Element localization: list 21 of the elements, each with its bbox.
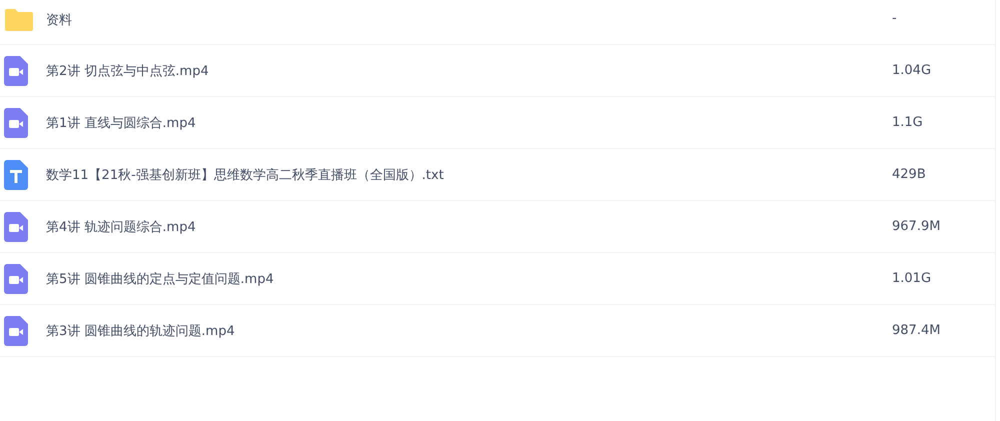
- video-file-icon: [4, 264, 28, 294]
- file-name[interactable]: 第4讲 轨迹问题综合.mp4: [46, 218, 866, 236]
- folder-icon: [4, 8, 34, 32]
- file-size: -: [892, 11, 897, 26]
- video-file-icon: [4, 316, 28, 346]
- file-name[interactable]: 数学11【21秋-强基创新班】思维数学高二秋季直播班（全国版）.txt: [46, 166, 866, 184]
- file-name[interactable]: 第1讲 直线与圆综合.mp4: [46, 114, 866, 132]
- file-size: 429B: [892, 167, 926, 182]
- file-size: 1.1G: [892, 115, 923, 130]
- file-name[interactable]: 第5讲 圆锥曲线的定点与定值问题.mp4: [46, 270, 866, 288]
- file-name[interactable]: 第2讲 切点弦与中点弦.mp4: [46, 62, 866, 80]
- file-name[interactable]: 第3讲 圆锥曲线的轨迹问题.mp4: [46, 322, 866, 340]
- file-size: 967.9M: [892, 219, 940, 234]
- file-size: 987.4M: [892, 323, 940, 338]
- file-name[interactable]: 资料: [46, 11, 866, 29]
- video-file-icon: [4, 108, 28, 138]
- text-file-icon: [4, 160, 28, 190]
- video-file-icon: [4, 56, 28, 86]
- video-file-icon: [4, 212, 28, 242]
- file-size: 1.01G: [892, 271, 932, 286]
- file-size: 1.04G: [892, 63, 932, 78]
